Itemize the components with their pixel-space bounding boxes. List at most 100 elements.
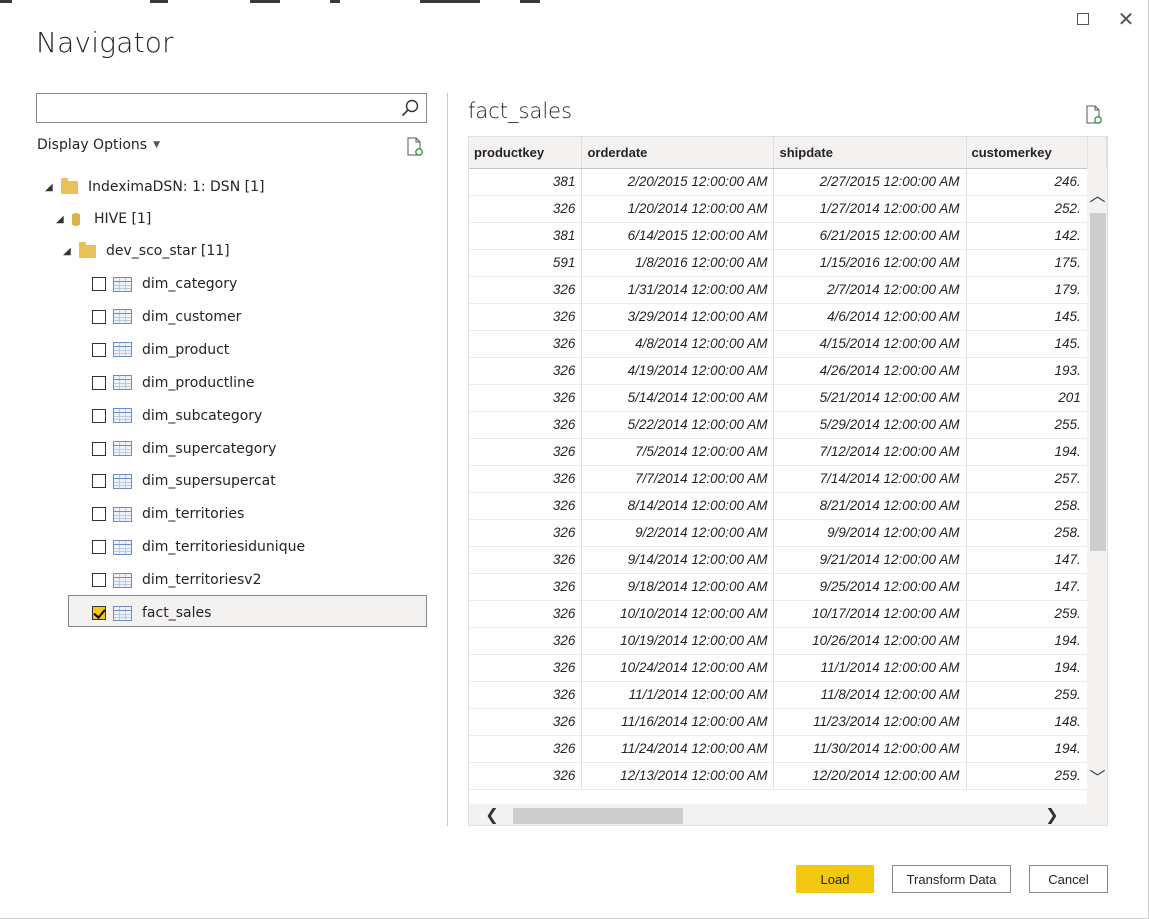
tree-item-dsn[interactable]: ◢ IndeximaDSN: 1: DSN [1]	[45, 173, 264, 201]
table-cell: 326	[469, 573, 583, 601]
table-row[interactable]: 326 5/14/2014 12:00:00 AM 5/21/2014 12:00:…	[469, 384, 1107, 412]
tree-item-table[interactable]: dim_territoriesidunique	[92, 533, 305, 561]
tree-item-dev-sco-star[interactable]: ◢ dev_sco_star [11]	[63, 237, 230, 265]
table-cell: 194.	[966, 627, 1088, 655]
refresh-icon[interactable]	[406, 137, 424, 157]
table-row[interactable]: 326 9/14/2014 12:00:00 AM 9/21/2014 12:00:…	[469, 546, 1107, 574]
table-row[interactable]: 326 10/10/2014 12:00:00 AM 10/17/2014 12:0…	[469, 600, 1107, 628]
collapse-icon[interactable]: ◢	[45, 182, 55, 193]
table-row[interactable]: 326 11/16/2014 12:00:00 AM 11/23/2014 12:0…	[469, 708, 1107, 736]
table-cell: 10/26/2014 12:00:00 AM	[773, 627, 967, 655]
table-cell: 11/23/2014 12:00:00 AM	[773, 708, 967, 736]
table-cell: 326	[469, 519, 583, 547]
table-row[interactable]: 326 4/19/2014 12:00:00 AM 4/26/2014 12:00:…	[469, 357, 1107, 385]
horizontal-scrollbar[interactable]: ❮ ❯	[469, 804, 1107, 825]
table-cell: 7/14/2014 12:00:00 AM	[773, 465, 967, 493]
table-cell: 1/27/2014 12:00:00 AM	[773, 195, 967, 223]
table-cell: 145.	[966, 330, 1088, 358]
table-row[interactable]: 326 12/13/2014 12:00:00 AM 12/20/2014 12:0…	[469, 762, 1107, 790]
table-cell: 12/20/2014 12:00:00 AM	[773, 762, 967, 790]
cancel-button[interactable]: Cancel	[1029, 865, 1108, 893]
table-cell: 255.	[966, 411, 1088, 439]
chevron-left-icon[interactable]: ❮	[481, 804, 503, 825]
table-cell: 194.	[966, 438, 1088, 466]
chevron-right-icon[interactable]: ❯	[1041, 804, 1063, 825]
table-row[interactable]: 326 9/2/2014 12:00:00 AM 9/9/2014 12:00:00…	[469, 519, 1107, 547]
checkbox[interactable]	[92, 408, 106, 423]
column-header[interactable]: customerkey	[966, 137, 1088, 169]
tree-item-table[interactable]: fact_sales	[92, 599, 211, 627]
checkbox[interactable]	[92, 573, 106, 588]
tree-item-table[interactable]: dim_territoriesv2	[92, 566, 261, 594]
checkbox[interactable]	[92, 277, 106, 291]
vertical-scrollbar[interactable]: ︿ ﹀	[1087, 168, 1107, 804]
table-row[interactable]: 326 8/14/2014 12:00:00 AM 8/21/2014 12:00:…	[469, 492, 1107, 520]
table-cell: 4/6/2014 12:00:00 AM	[773, 303, 967, 331]
table-row[interactable]: 326 1/20/2014 12:00:00 AM 1/27/2014 12:00:…	[469, 195, 1107, 223]
tree-item-hive[interactable]: ◢ HIVE [1]	[56, 205, 151, 233]
tree-item-table[interactable]: dim_subcategory	[92, 402, 262, 430]
table-row[interactable]: 326 10/19/2014 12:00:00 AM 10/26/2014 12:0…	[469, 627, 1107, 655]
table-cell: 11/30/2014 12:00:00 AM	[773, 735, 967, 763]
table-row[interactable]: 326 3/29/2014 12:00:00 AM 4/6/2014 12:00:0…	[469, 303, 1107, 331]
checkbox[interactable]	[92, 375, 106, 390]
table-cell: 9/9/2014 12:00:00 AM	[773, 519, 967, 547]
tree-item-table[interactable]: dim_supercategory	[92, 435, 276, 463]
checkbox[interactable]	[92, 309, 106, 324]
column-header[interactable]: shipdate	[773, 137, 967, 169]
table-cell: 2/20/2015 12:00:00 AM	[581, 168, 775, 196]
table-cell: 326	[469, 357, 583, 385]
table-row[interactable]: 381 2/20/2015 12:00:00 AM 2/27/2015 12:00:…	[469, 168, 1107, 196]
column-header[interactable]: orderdate	[581, 137, 775, 169]
table-row[interactable]: 591 1/8/2016 12:00:00 AM 1/15/2016 12:00:0…	[469, 249, 1107, 277]
table-cell: 9/18/2014 12:00:00 AM	[581, 573, 775, 601]
table-row[interactable]: 326 5/22/2014 12:00:00 AM 5/29/2014 12:00:…	[469, 411, 1107, 439]
table-cell: 11/1/2014 12:00:00 AM	[581, 681, 775, 709]
checkbox[interactable]	[92, 540, 106, 555]
table-row[interactable]: 326 9/18/2014 12:00:00 AM 9/25/2014 12:00:…	[469, 573, 1107, 601]
maximize-button[interactable]	[1072, 8, 1094, 30]
transform-data-button[interactable]: Transform Data	[892, 865, 1011, 893]
data-preview-grid[interactable]: productkey orderdate shipdate customerke…	[468, 136, 1108, 826]
tree-item-table[interactable]: dim_productline	[92, 369, 255, 397]
collapse-icon[interactable]: ◢	[63, 246, 73, 257]
table-row[interactable]: 326 10/24/2014 12:00:00 AM 11/1/2014 12:00…	[469, 654, 1107, 682]
checkbox[interactable]	[92, 606, 106, 620]
column-header[interactable]: productkey	[469, 137, 583, 169]
search-icon[interactable]	[400, 98, 420, 118]
table-icon	[113, 441, 132, 456]
search-box[interactable]	[36, 93, 427, 123]
table-cell: 147.	[966, 573, 1088, 601]
table-row[interactable]: 326 1/31/2014 12:00:00 AM 2/7/2014 12:00:0…	[469, 276, 1107, 304]
checkbox[interactable]	[92, 342, 106, 357]
table-row[interactable]: 326 11/1/2014 12:00:00 AM 11/8/2014 12:00:…	[469, 681, 1107, 709]
table-row[interactable]: 326 11/24/2014 12:00:00 AM 11/30/2014 12:0…	[469, 735, 1107, 763]
close-button[interactable]: ✕	[1115, 8, 1137, 30]
display-options-dropdown[interactable]: Display Options ▼	[37, 137, 160, 153]
collapse-icon[interactable]: ◢	[56, 214, 66, 225]
tree-item-table[interactable]: dim_category	[92, 270, 237, 298]
checkbox[interactable]	[92, 441, 106, 456]
tree-item-label: fact_sales	[142, 605, 212, 621]
tree-item-label: dim_product	[142, 341, 230, 358]
checkbox[interactable]	[92, 507, 106, 522]
table-cell: 259.	[966, 681, 1088, 709]
table-cell: 6/21/2015 12:00:00 AM	[773, 222, 967, 250]
table-row[interactable]: 326 4/8/2014 12:00:00 AM 4/15/2014 12:00:0…	[469, 330, 1107, 358]
table-row[interactable]: 326 7/5/2014 12:00:00 AM 7/12/2014 12:00:0…	[469, 438, 1107, 466]
table-row[interactable]: 381 6/14/2015 12:00:00 AM 6/21/2015 12:00:…	[469, 222, 1107, 250]
horizontal-scroll-thumb[interactable]	[513, 808, 683, 824]
refresh-icon[interactable]	[1085, 105, 1103, 125]
checkbox[interactable]	[92, 474, 106, 489]
tree-item-label: dev_sco_star [11]	[106, 243, 230, 259]
tree-item-table[interactable]: dim_territories	[92, 500, 244, 528]
tree-item-table[interactable]: dim_product	[92, 336, 229, 364]
tree-item-table[interactable]: dim_customer	[92, 303, 241, 331]
vertical-scroll-thumb[interactable]	[1090, 213, 1106, 551]
table-row[interactable]: 326 7/7/2014 12:00:00 AM 7/14/2014 12:00:0…	[469, 465, 1107, 493]
chevron-up-icon[interactable]: ︿	[1087, 182, 1107, 205]
load-button[interactable]: Load	[796, 865, 874, 893]
chevron-down-icon[interactable]: ﹀	[1087, 764, 1107, 787]
search-input[interactable]	[41, 95, 391, 121]
tree-item-table[interactable]: dim_supersupercat	[92, 467, 276, 495]
